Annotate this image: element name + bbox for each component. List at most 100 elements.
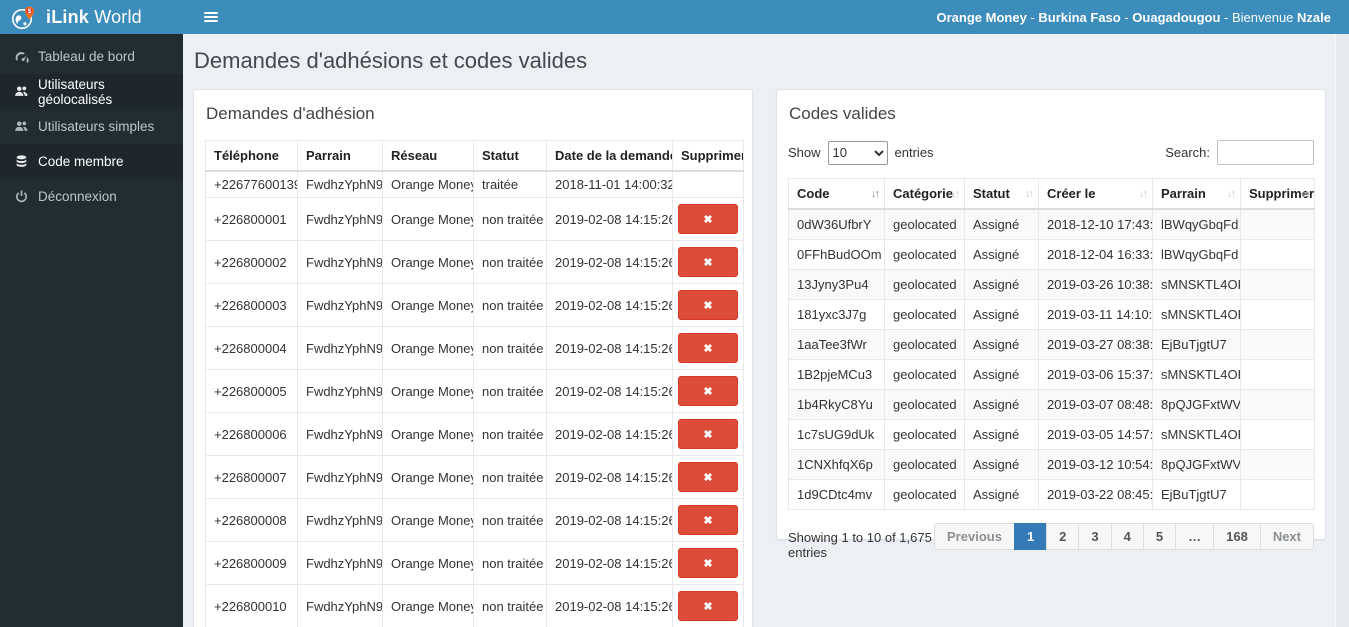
supprimer-cell — [1240, 329, 1315, 360]
categorie-cell: geolocated — [884, 359, 965, 390]
reseau-cell: Orange Money — [382, 498, 474, 542]
delete-button[interactable]: ✖ — [678, 247, 738, 277]
sort-icon: ↓↑ — [1301, 187, 1310, 200]
supprimer-cell — [1240, 239, 1315, 270]
codes-column-header-cr-er-le[interactable]: Créer le ↓↑ — [1038, 178, 1153, 210]
hamburger-icon[interactable] — [190, 0, 232, 34]
delete-button[interactable]: ✖ — [678, 333, 738, 363]
main-content: Demandes d'adhésions et codes valides De… — [183, 34, 1335, 627]
sidebar-item-tableau-de-bord[interactable]: Tableau de bord — [0, 39, 183, 74]
delete-button[interactable]: ✖ — [678, 290, 738, 320]
parrain-cell: 8pQJGFxtWV — [1152, 389, 1241, 420]
adhesion-row: +226800001 FwdhzYphN9 Orange Money non trai… — [205, 197, 744, 241]
statut-cell: non traitée — [473, 455, 547, 499]
sidebar-item-code-membre[interactable]: Code membre — [0, 144, 183, 179]
parrain-cell: FwdhzYphN9 — [297, 498, 383, 542]
column-label: Catégorie — [893, 186, 953, 201]
page-button-5[interactable]: 5 — [1142, 523, 1177, 550]
show-label: Show — [788, 145, 821, 160]
supprimer-cell — [1240, 269, 1315, 300]
codes-column-header-parrain[interactable]: Parrain ↓↑ — [1152, 178, 1241, 210]
supprimer-cell — [1240, 389, 1315, 420]
page-size-select[interactable]: 10 — [827, 140, 888, 165]
statut-cell: non traitée — [473, 541, 547, 585]
categorie-cell: geolocated — [884, 239, 965, 270]
page-button-168[interactable]: 168 — [1213, 523, 1261, 550]
code-row: 1B2pjeMCu3 geolocated Assigné 2019-03-06 15… — [788, 359, 1315, 390]
page-button-next[interactable]: Next — [1259, 523, 1314, 550]
times-icon: ✖ — [703, 557, 713, 570]
times-icon: ✖ — [703, 256, 713, 269]
code-row: 1aaTee3fWr geolocated Assigné 2019-03-27 08… — [788, 329, 1315, 360]
date-cell: 2019-02-08 14:15:26 — [546, 498, 673, 542]
scrollbar[interactable] — [1335, 34, 1349, 627]
times-icon: ✖ — [703, 385, 713, 398]
statut-cell: Assigné — [964, 419, 1039, 450]
page-button-4[interactable]: 4 — [1110, 523, 1144, 550]
phone-cell: +226800002 — [205, 240, 298, 284]
categorie-cell: geolocated — [884, 208, 965, 240]
codes-column-header-code[interactable]: Code ↓↑ — [788, 178, 885, 210]
date-cell: 2019-02-08 14:15:26 — [546, 412, 673, 456]
creer-le-cell: 2019-03-27 08:38:47 — [1038, 329, 1153, 360]
creer-le-cell: 2019-03-22 08:45:22 — [1038, 479, 1153, 510]
delete-cell: ✖ — [672, 412, 744, 456]
page-button-1[interactable]: 1 — [1013, 523, 1048, 550]
times-icon: ✖ — [703, 342, 713, 355]
delete-button[interactable]: ✖ — [678, 419, 738, 449]
delete-button[interactable]: ✖ — [678, 505, 738, 535]
parrain-cell: lBWqyGbqFd — [1152, 239, 1241, 270]
page-button-previous[interactable]: Previous — [934, 523, 1015, 550]
statut-cell: Assigné — [964, 449, 1039, 480]
phone-cell: +226800009 — [205, 541, 298, 585]
categorie-cell: geolocated — [884, 479, 965, 510]
codes-column-header-cat-gorie[interactable]: Catégorie ↓↑ — [884, 178, 965, 210]
creer-le-cell: 2019-03-26 10:38:08 — [1038, 269, 1153, 300]
entries-label: entries — [894, 145, 934, 160]
supprimer-cell — [1240, 299, 1315, 330]
sidebar-item-utilisateurs-simples[interactable]: Utilisateurs simples — [0, 109, 183, 144]
delete-button[interactable]: ✖ — [678, 376, 738, 406]
delete-cell: ✖ — [672, 498, 744, 542]
pagination: Previous 1 2 3 4 5… 168 Next — [934, 523, 1314, 550]
sidebar-item-deconnexion[interactable]: Déconnexion — [0, 179, 183, 214]
phone-cell: +226800008 — [205, 498, 298, 542]
sidebar-item-utilisateurs-geolocalises[interactable]: Utilisateurs géolocalisés — [0, 74, 183, 109]
code-row: 1CNXhfqX6p geolocated Assigné 2019-03-12 10… — [788, 449, 1315, 480]
adhesions-panel: Demandes d'adhésion Téléphone Parrain Rése… — [193, 89, 753, 627]
parrain-cell: 8pQJGFxtWV — [1152, 449, 1241, 480]
statut-cell: Assigné — [964, 359, 1039, 390]
brand-title: iLink World — [46, 6, 142, 27]
parrain-cell: FwdhzYphN9 — [297, 283, 383, 327]
page-button-2[interactable]: 2 — [1046, 523, 1080, 550]
delete-button[interactable]: ✖ — [678, 204, 738, 234]
times-icon: ✖ — [703, 213, 713, 226]
delete-cell: ✖ — [672, 240, 744, 284]
parrain-cell: FwdhzYphN9 — [297, 412, 383, 456]
code-cell: 1d9CDtc4mv — [788, 479, 885, 510]
delete-button[interactable]: ✖ — [678, 548, 738, 578]
delete-button[interactable]: ✖ — [678, 591, 738, 621]
codes-column-header-statut[interactable]: Statut ↓↑ — [964, 178, 1039, 210]
adhesion-row: +226800009 FwdhzYphN9 Orange Money non trai… — [205, 541, 744, 585]
search-input[interactable] — [1217, 140, 1314, 165]
adhesions-column-header: Téléphone — [205, 140, 298, 172]
date-cell: 2018-11-01 14:00:32 — [546, 170, 673, 198]
categorie-cell: geolocated — [884, 269, 965, 300]
adhesion-row: +226800004 FwdhzYphN9 Orange Money non trai… — [205, 326, 744, 370]
table-info: Showing 1 to 10 of 1,675 entries — [788, 530, 932, 560]
adhesions-column-header: Statut — [473, 140, 547, 172]
times-icon: ✖ — [703, 471, 713, 484]
code-cell: 0dW36UfbrY — [788, 208, 885, 240]
delete-button[interactable]: ✖ — [678, 462, 738, 492]
brand[interactable]: $ iLink World — [0, 0, 183, 34]
page-button-3[interactable]: 3 — [1078, 523, 1112, 550]
sidebar-item-label: Utilisateurs géolocalisés — [38, 76, 113, 107]
page-button--[interactable]: … — [1175, 523, 1215, 550]
statut-cell: Assigné — [964, 389, 1039, 420]
code-cell: 1b4RkyC8Yu — [788, 389, 885, 420]
codes-column-header-supprimer[interactable]: Supprimer ↓↑ — [1240, 178, 1315, 210]
column-label: Créer le — [1047, 186, 1096, 201]
date-cell: 2019-02-08 14:15:26 — [546, 283, 673, 327]
reseau-cell: Orange Money — [382, 326, 474, 370]
